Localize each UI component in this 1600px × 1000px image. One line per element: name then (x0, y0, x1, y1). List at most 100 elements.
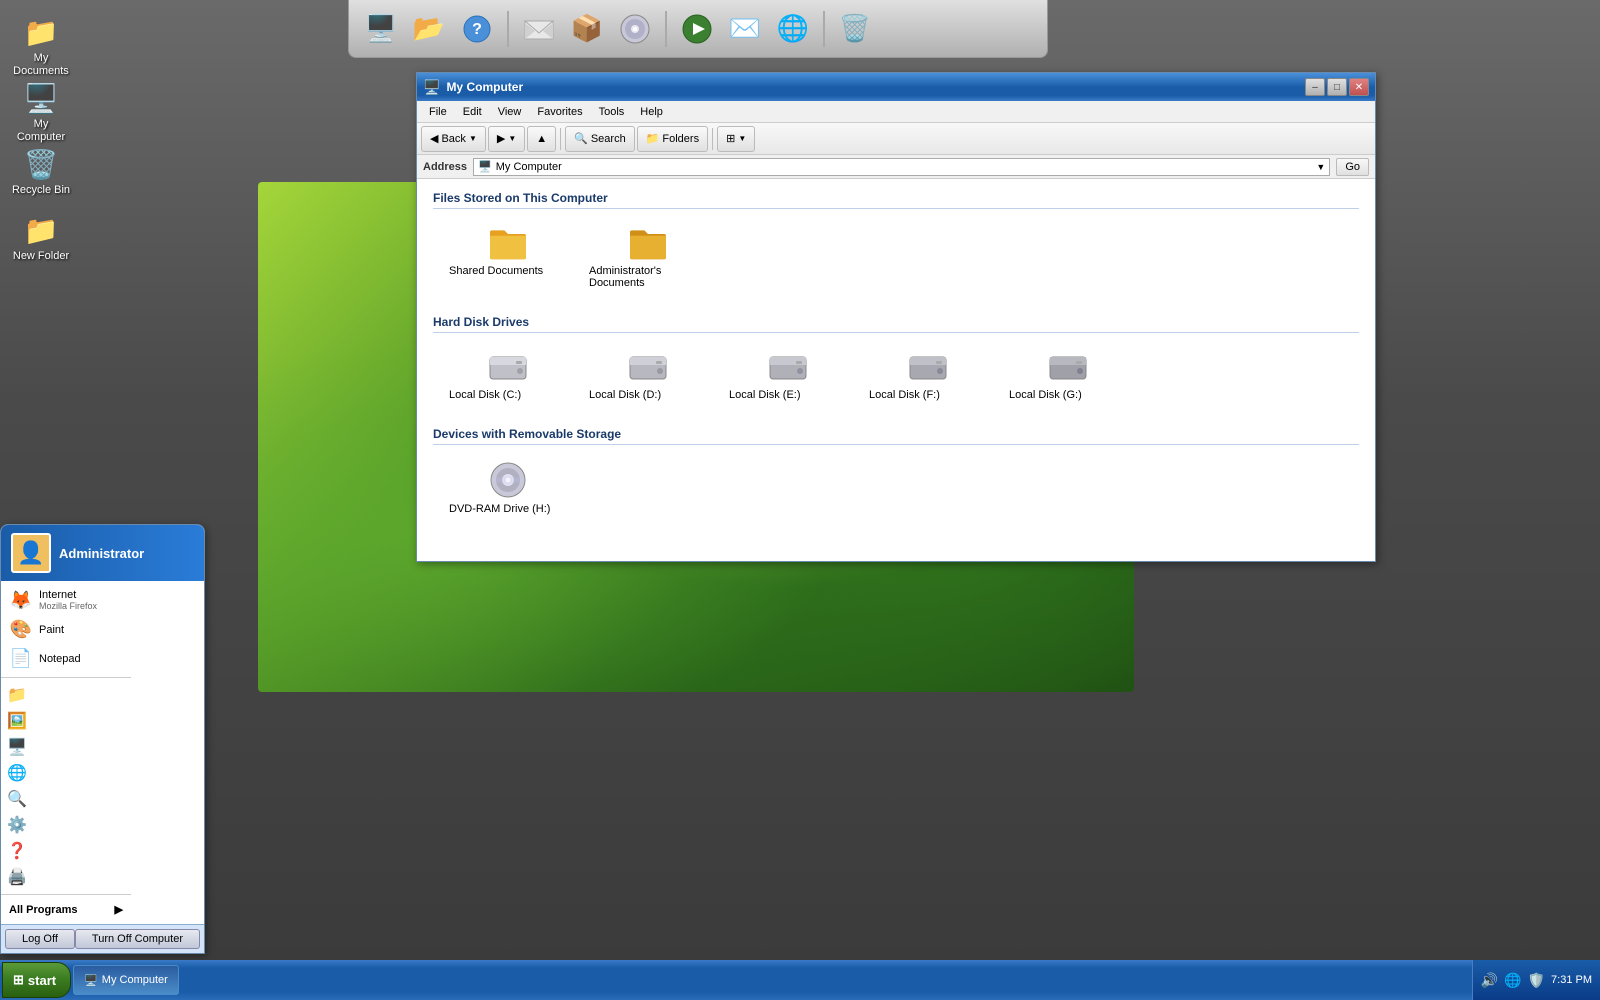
ql-ie[interactable]: 🌐 (771, 7, 815, 51)
sm-right-icon-5[interactable]: 🔍 (1, 786, 131, 812)
back-button[interactable]: ◀ Back ▼ (421, 126, 486, 152)
ql-help[interactable]: ? (455, 7, 499, 51)
dvd-drive-icon[interactable]: DVD-RAM Drive (H:) (443, 455, 573, 521)
ql-separator-1 (507, 11, 509, 47)
disks-section-icons: Local Disk (C:) Local Disk (D:) (433, 343, 1359, 407)
forward-button[interactable]: ▶ ▼ (488, 126, 525, 152)
views-button[interactable]: ⊞ ▼ (717, 126, 755, 152)
disk-d-icon[interactable]: Local Disk (D:) (583, 343, 713, 407)
start-button[interactable]: ⊞ start (2, 962, 71, 998)
sm-programs-separator (1, 894, 131, 895)
paint-icon: 🎨 (9, 619, 33, 640)
start-menu-left-panel: 🦊 Internet Mozilla Firefox 🎨 Paint 📄 Not… (1, 581, 131, 924)
disk-c-icon[interactable]: Local Disk (C:) (443, 343, 573, 407)
ql-my-computer[interactable]: 🖥️ (359, 7, 403, 51)
window-addressbar: Address 🖥️ My Computer ▼ Go (417, 155, 1375, 179)
close-button[interactable]: ✕ (1349, 78, 1369, 96)
sm-right-icon-3[interactable]: 🖥️ (1, 734, 131, 760)
address-label: Address (423, 161, 467, 173)
menu-favorites[interactable]: Favorites (529, 104, 590, 120)
sm-right-icon-8[interactable]: 🖨️ (1, 864, 131, 890)
sm-right-icon-7[interactable]: ❓ (1, 838, 131, 864)
username-label: Administrator (59, 546, 144, 561)
search-button[interactable]: 🔍 Search (565, 126, 635, 152)
sm-right-icon-6[interactable]: ⚙️ (1, 812, 131, 838)
ql-stamp[interactable]: 📦 (565, 7, 609, 51)
sm-internet[interactable]: 🦊 Internet Mozilla Firefox (1, 585, 131, 615)
user-avatar: 👤 (11, 533, 51, 573)
folders-button[interactable]: 📁 Folders (637, 126, 708, 152)
forward-dropdown-icon: ▼ (508, 134, 516, 143)
desktop-icon-recycle-bin[interactable]: 🗑️ Recycle Bin (6, 142, 76, 201)
tb-separator-1 (560, 128, 561, 150)
taskbar-tray: 🔊 🌐 🛡️ 7:31 PM (1472, 960, 1600, 1000)
search-icon: 🔍 (574, 132, 588, 145)
disk-f-icon[interactable]: Local Disk (F:) (863, 343, 993, 407)
ql-outlook[interactable]: ✉️ (723, 7, 767, 51)
folders-icon: 📁 (646, 132, 660, 145)
security-icon[interactable]: 🛡️ (1528, 972, 1545, 989)
system-clock: 7:31 PM (1551, 974, 1592, 986)
turnoff-button[interactable]: Turn Off Computer (75, 929, 200, 949)
maximize-button[interactable]: □ (1327, 78, 1347, 96)
quicklaunch-toolbar: 🖥️ 📂 ? 📦 (348, 0, 1048, 58)
start-menu-header: 👤 Administrator (1, 525, 204, 581)
sm-notepad[interactable]: 📄 Notepad (1, 644, 131, 673)
section-title-disks: Hard Disk Drives (433, 315, 1359, 333)
menu-file[interactable]: File (421, 104, 455, 120)
views-icon: ⊞ (726, 132, 735, 145)
recycle-bin-icon: 🗑️ (23, 146, 59, 182)
ql-recycle[interactable]: 🗑️ (833, 7, 877, 51)
files-section-icons: Shared Documents Administrator's Documen… (433, 219, 1359, 295)
new-folder-label: New Folder (13, 250, 69, 263)
ql-separator-2 (665, 11, 667, 47)
desktop-icon-new-folder[interactable]: 📁 New Folder (6, 208, 76, 267)
desktop-icon-my-computer[interactable]: 🖥️ My Computer (6, 76, 76, 148)
up-button[interactable]: ▲ (527, 126, 556, 152)
volume-icon[interactable]: 🔊 (1481, 972, 1498, 989)
address-dropdown-icon[interactable]: ▼ (1316, 162, 1325, 172)
go-button[interactable]: Go (1336, 158, 1369, 176)
my-computer-desktop-label: My Computer (10, 118, 72, 144)
taskbar-mycomputer-icon: 🖥️ (84, 974, 98, 987)
ql-separator-3 (823, 11, 825, 47)
svg-text:?: ? (472, 21, 482, 38)
windows-logo: ⊞ (13, 972, 24, 988)
my-computer-desktop-icon: 🖥️ (23, 80, 59, 116)
menu-help[interactable]: Help (632, 104, 671, 120)
menu-view[interactable]: View (490, 104, 530, 120)
ql-folder[interactable]: 📂 (407, 7, 451, 51)
sm-right-icon-4[interactable]: 🌐 (1, 760, 131, 786)
menu-edit[interactable]: Edit (455, 104, 490, 120)
window-content: Files Stored on This Computer Shared Doc… (417, 179, 1375, 561)
sm-right-icon-1[interactable]: 📁 (1, 682, 131, 708)
my-documents-label: My Documents (10, 52, 72, 78)
menu-tools[interactable]: Tools (591, 104, 633, 120)
sm-paint[interactable]: 🎨 Paint (1, 615, 131, 644)
window-toolbar: ◀ Back ▼ ▶ ▼ ▲ 🔍 Search 📁 Folders (417, 123, 1375, 155)
sm-right-icon-2[interactable]: 🖼️ (1, 708, 131, 734)
shared-documents-icon[interactable]: Shared Documents (443, 219, 573, 295)
desktop-icon-my-documents[interactable]: 📁 My Documents (6, 10, 76, 82)
network-icon[interactable]: 🌐 (1504, 972, 1521, 989)
my-documents-icon: 📁 (23, 14, 59, 50)
address-input[interactable]: 🖥️ My Computer ▼ (473, 158, 1330, 176)
new-folder-icon: 📁 (23, 212, 59, 248)
address-icon: 🖥️ (478, 160, 492, 173)
section-title-files: Files Stored on This Computer (433, 191, 1359, 209)
ql-mail-open[interactable] (517, 7, 561, 51)
disk-g-icon[interactable]: Local Disk (G:) (1003, 343, 1133, 407)
taskbar-mycomputer-button[interactable]: 🖥️ My Computer (73, 965, 179, 995)
window-titlebar: 🖥️ My Computer – □ ✕ (417, 73, 1375, 101)
ql-media-player[interactable] (675, 7, 719, 51)
minimize-button[interactable]: – (1305, 78, 1325, 96)
firefox-icon: 🦊 (9, 590, 33, 611)
disk-e-icon[interactable]: Local Disk (E:) (723, 343, 853, 407)
admin-documents-icon[interactable]: Administrator's Documents (583, 219, 713, 295)
section-title-removable: Devices with Removable Storage (433, 427, 1359, 445)
start-menu: 👤 Administrator 🦊 Internet Mozilla Firef… (0, 524, 205, 954)
recycle-bin-label: Recycle Bin (12, 184, 70, 197)
all-programs-button[interactable]: All Programs ▶ (1, 899, 131, 920)
logoff-button[interactable]: Log Off (5, 929, 75, 949)
ql-cd[interactable] (613, 7, 657, 51)
